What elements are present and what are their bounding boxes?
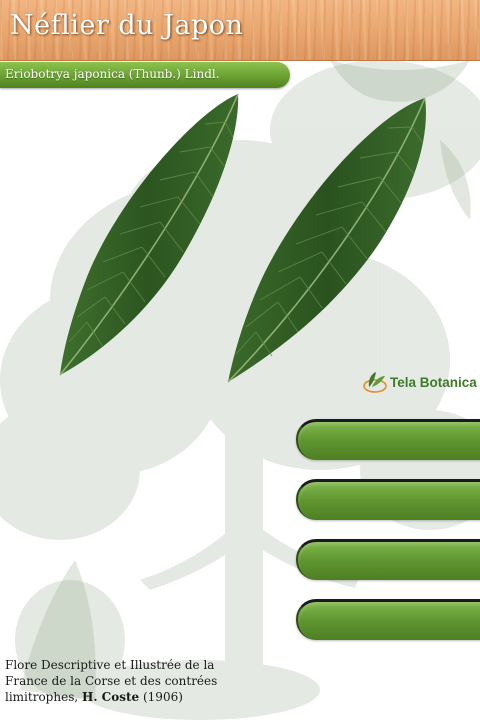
menu-button-4[interactable]: [296, 599, 480, 640]
leaf-image-right: [227, 97, 426, 383]
page-title: Néflier du Japon: [10, 10, 244, 41]
menu-button-1[interactable]: [296, 419, 480, 460]
scientific-name: Eriobotrya japonica (Thunb.) Lindl.: [5, 67, 220, 81]
leaf-image-left: [59, 93, 239, 376]
credit-year: (1906): [139, 690, 183, 704]
menu-button-3[interactable]: [296, 539, 480, 580]
credit-author: H. Coste: [81, 690, 140, 704]
menu-button-2[interactable]: [296, 479, 480, 520]
source-credit: Flore Descriptive et Illustrée de la Fra…: [5, 657, 255, 705]
header-bar: Néflier du Japon: [0, 0, 480, 61]
logo-text: Tela Botanica: [390, 374, 477, 390]
tela-botanica-leaf-icon: [363, 372, 387, 393]
scientific-name-bar: Eriobotrya japonica (Thunb.) Lindl.: [0, 62, 290, 88]
tela-botanica-logo: Tela Botanica: [362, 368, 477, 396]
